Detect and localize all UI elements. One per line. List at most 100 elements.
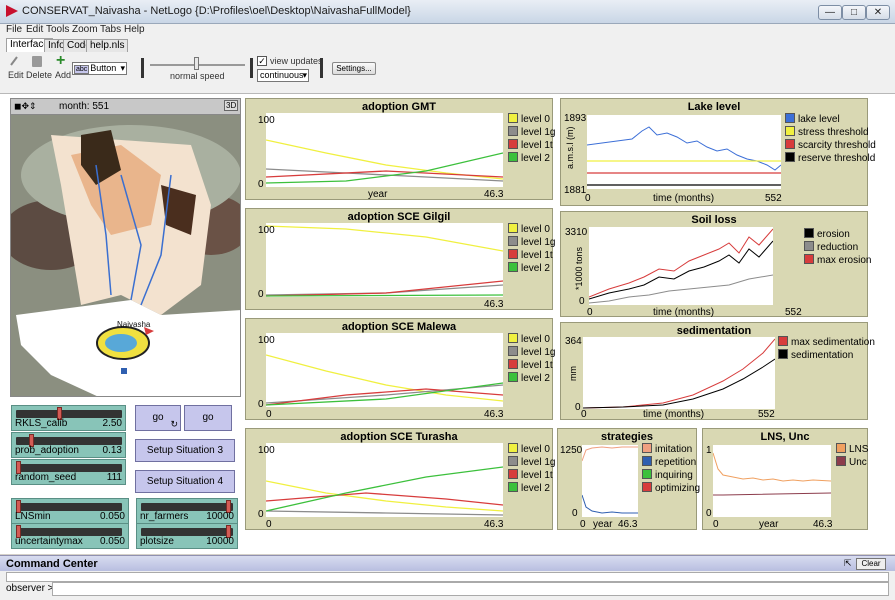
plot-lines bbox=[265, 225, 504, 297]
slider-track[interactable] bbox=[16, 464, 122, 472]
menu-edit[interactable]: Edit bbox=[26, 24, 43, 35]
x-max: 46.3 bbox=[618, 519, 638, 530]
speed-slider-thumb[interactable] bbox=[194, 57, 199, 70]
toolbar-divider bbox=[250, 58, 253, 78]
menu-help[interactable]: Help bbox=[124, 24, 145, 35]
y-max: 364 bbox=[565, 336, 582, 347]
minimize-icon[interactable]: — bbox=[818, 5, 842, 20]
legend-optimizing: optimizing bbox=[642, 482, 700, 494]
setup-situation-3-button[interactable]: Setup Situation 3 bbox=[135, 439, 235, 462]
slider-value: 0.13 bbox=[102, 445, 122, 456]
legend-swatch bbox=[508, 469, 518, 479]
x-min: 0 bbox=[266, 409, 272, 420]
legend-swatch bbox=[836, 443, 846, 453]
go-once-button[interactable]: go bbox=[184, 405, 232, 431]
slider-label: prob_adoption bbox=[15, 445, 79, 456]
slider-track[interactable] bbox=[141, 528, 233, 536]
plot-title: LNS, Unc bbox=[760, 431, 810, 443]
slider-prob-adoption[interactable]: prob_adoption 0.13 bbox=[11, 432, 126, 458]
expand-icon[interactable]: ⇱ bbox=[844, 558, 852, 569]
netlogo-logo-icon bbox=[6, 5, 18, 17]
legend-scarcity-threshold: scarcity threshold bbox=[785, 139, 876, 151]
legend-level-1g: level 1g bbox=[508, 456, 555, 468]
world-view[interactable]: ◼✥⇕ month: 551 3D Naivasha bbox=[10, 98, 241, 397]
legend-label: max sedimentation bbox=[791, 337, 875, 348]
legend-label: reduction bbox=[817, 242, 859, 253]
slider-track[interactable] bbox=[141, 503, 233, 511]
go-forever-button[interactable]: go ↻ bbox=[135, 405, 181, 431]
edit-button[interactable]: Edit bbox=[8, 70, 24, 80]
legend-label: level 1g bbox=[521, 347, 556, 358]
y-max: 100 bbox=[258, 115, 275, 126]
slider-rkls-calib[interactable]: RKLS_calib 2.50 bbox=[11, 405, 126, 431]
setup-situation-4-button[interactable]: Setup Situation 4 bbox=[135, 470, 235, 493]
legend-label: reserve threshold bbox=[798, 153, 876, 164]
plot-area bbox=[581, 445, 638, 517]
menu-zoom[interactable]: Zoom bbox=[72, 24, 98, 35]
plot-area bbox=[712, 445, 832, 517]
pencil-icon bbox=[9, 56, 19, 66]
slider-lnsmin[interactable]: LNSmin 0.050 bbox=[11, 498, 129, 524]
y-max: 100 bbox=[258, 445, 275, 456]
menu-tools[interactable]: Tools bbox=[46, 24, 69, 35]
add-button[interactable]: Add bbox=[55, 70, 71, 80]
3d-button[interactable]: 3D bbox=[224, 100, 239, 111]
command-center: Command Center ⇱ Clear observer > bbox=[0, 555, 895, 600]
y-min: 0 bbox=[579, 296, 585, 307]
x-min: 0 bbox=[587, 307, 593, 318]
view-controls-icon[interactable]: ◼✥⇕ bbox=[14, 101, 37, 112]
legend-label: level 0 bbox=[521, 334, 550, 345]
slider-track[interactable] bbox=[16, 528, 122, 536]
legend-label: level 1g bbox=[521, 457, 556, 468]
plot-lines bbox=[586, 126, 782, 186]
slider-uncertaintymax[interactable]: uncertaintymax 0.050 bbox=[11, 523, 129, 549]
menu-file[interactable]: File bbox=[6, 24, 22, 35]
plot-area bbox=[582, 337, 776, 409]
slider-track[interactable] bbox=[16, 503, 122, 511]
slider-plotsize[interactable]: plotsize 10000 bbox=[136, 523, 238, 549]
legend-label: repetition bbox=[655, 457, 697, 468]
x-max: 552 bbox=[785, 307, 802, 318]
trash-icon bbox=[32, 56, 42, 67]
view-updates-checkbox[interactable]: ✓ bbox=[257, 56, 267, 66]
series-level-2 bbox=[265, 152, 504, 184]
update-mode-value: continuous bbox=[260, 70, 304, 80]
y-min: 0 bbox=[575, 402, 581, 413]
plot-lines bbox=[265, 466, 504, 516]
legend-level-2: level 2 bbox=[508, 372, 550, 384]
command-output bbox=[6, 572, 889, 582]
clear-button[interactable]: Clear bbox=[856, 558, 886, 570]
widget-type-select[interactable]: abc Button ▾ bbox=[72, 62, 127, 75]
legend-swatch bbox=[778, 336, 788, 346]
slider-nr-farmers[interactable]: nr_farmers 10000 bbox=[136, 498, 238, 524]
command-center-title: Command Center bbox=[6, 558, 98, 570]
legend-level-2: level 2 bbox=[508, 262, 550, 274]
command-input[interactable] bbox=[52, 582, 889, 596]
legend-swatch bbox=[508, 249, 518, 259]
menu-tabs[interactable]: Tabs bbox=[100, 24, 121, 35]
tab-help-nls[interactable]: help.nls bbox=[86, 39, 129, 52]
x-label: year bbox=[759, 519, 779, 530]
update-mode-select[interactable]: continuous ▾ bbox=[257, 69, 309, 82]
view-control-strip: ◼✥⇕ month: 551 3D bbox=[11, 99, 240, 115]
legend-max-erosion: max erosion bbox=[804, 254, 871, 266]
settings-button[interactable]: Settings... bbox=[332, 62, 376, 75]
command-center-header: Command Center ⇱ Clear bbox=[0, 555, 895, 571]
series-level-2 bbox=[265, 382, 504, 406]
legend-label: level 1g bbox=[521, 237, 556, 248]
observer-dropdown[interactable]: observer > bbox=[6, 583, 54, 594]
slider-track[interactable] bbox=[16, 410, 122, 418]
slider-random-seed[interactable]: random_seed 111 bbox=[11, 459, 126, 485]
series-level-0 bbox=[265, 354, 504, 402]
delete-button[interactable]: Delete bbox=[26, 70, 52, 80]
legend-label: level 2 bbox=[521, 153, 550, 164]
legend-label: lake level bbox=[798, 114, 840, 125]
legend-swatch bbox=[804, 254, 814, 264]
series-level-2 bbox=[265, 466, 504, 512]
slider-value: 2.50 bbox=[102, 418, 122, 429]
close-icon[interactable]: ✕ bbox=[866, 5, 890, 20]
x-min: 0 bbox=[713, 519, 719, 530]
maximize-icon[interactable]: □ bbox=[842, 5, 866, 20]
legend-unc: Unc bbox=[836, 456, 867, 468]
legend-label: level 1t bbox=[521, 140, 553, 151]
